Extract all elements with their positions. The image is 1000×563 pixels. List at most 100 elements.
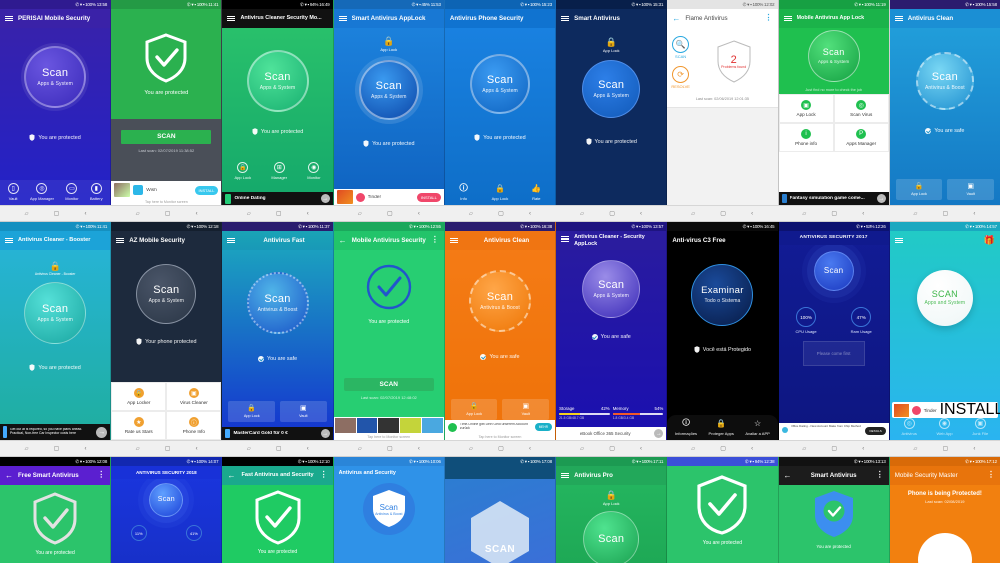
home-icon[interactable]: ▢: [720, 445, 726, 452]
feature-manager[interactable]: ⊞ Manager: [271, 162, 287, 180]
scan-button[interactable]: Scan Apps & System: [24, 46, 87, 108]
nav-cell[interactable]: ▱ ▢ ‹: [444, 206, 555, 221]
phone-mobile-antivirus-app-lock[interactable]: ✆ ▾ ▪ 100% 11:19 Mobile Antivirus App Lo…: [778, 0, 890, 205]
back-icon[interactable]: ←: [5, 471, 13, 480]
button-app-lock[interactable]: 🔒 App Lock: [228, 401, 276, 422]
phone-scan-apps-system-teal[interactable]: ✆ ▾ ▪ 100% 14:57 🎁 SCAN Apps and System: [889, 222, 1000, 440]
recents-icon[interactable]: ▱: [25, 211, 29, 217]
gift-icon[interactable]: 🎁: [984, 235, 995, 246]
scan-button[interactable]: Scan: [149, 483, 184, 517]
back-icon[interactable]: ‹: [973, 446, 975, 452]
scan-button[interactable]: Scan Apps & System: [582, 260, 641, 318]
resolve-action[interactable]: ⟳ RESOLVE: [671, 66, 690, 89]
phone-smart-antivirus-applock[interactable]: ✆ ▾ ▪ 45% 11:53 Smart Antivirus AppLock …: [333, 0, 445, 205]
home-icon[interactable]: ▢: [720, 210, 726, 217]
bottom-nav[interactable]: ◎ Antivirus ◉ Web App ▣ Junk File: [890, 415, 1000, 440]
recents-icon[interactable]: ▱: [691, 211, 695, 217]
bottom-item-app-manager[interactable]: ◎ App Manager: [30, 183, 54, 201]
phone-antivirus-cleaner-security-applock[interactable]: ✆ ▾ ▪ 100% 13:57 Antivirus Cleaner - Sec…: [556, 222, 668, 440]
recents-icon[interactable]: ▱: [358, 211, 362, 217]
tile-app-lock[interactable]: ▣ App Lock: [778, 94, 834, 123]
recents-icon[interactable]: ▱: [802, 211, 806, 217]
bottom-item-web-app[interactable]: ◉ Web App: [936, 418, 953, 436]
scan-button[interactable]: Scan Antivirus & Boost: [915, 52, 974, 110]
button-vault[interactable]: ▣ Vault: [502, 399, 550, 420]
scan-button[interactable]: Scan Apps & System: [246, 50, 309, 112]
nav-cell[interactable]: ▱ ▢ ‹: [778, 206, 889, 221]
bottom-item-junk-file[interactable]: ▣ Junk File: [972, 418, 988, 436]
ad-banner[interactable]: Office Dating - New Account Make from Ch…: [778, 423, 889, 440]
scan-button[interactable]: Scan Apps & System: [136, 264, 197, 324]
recents-icon[interactable]: ▱: [247, 446, 251, 452]
home-icon[interactable]: ▢: [609, 210, 615, 217]
scan-button[interactable]: Scan Apps & System: [582, 60, 641, 118]
bottom-item-rate[interactable]: 👍 Rate: [531, 183, 542, 201]
ad-cta-button[interactable]: MEHR: [534, 423, 553, 431]
recents-icon[interactable]: ▱: [25, 446, 29, 452]
ad-banner[interactable]: Wish INSTALL: [111, 181, 222, 199]
ad-banner[interactable]: Tinder INSTALL: [333, 189, 444, 205]
android-nav-strip-2[interactable]: ▱ ▢ ‹ ▱ ▢ ‹ ▱ ▢ ‹ ▱ ▢ ‹ ▱ ▢ ‹ ▱ ▢ ‹ ▱ ▢ ‹ ▱ ▢ ‹ ▱ ▢ ‹: [0, 440, 1000, 457]
ad-install-button[interactable]: INSTALL: [416, 192, 441, 202]
nav-cell[interactable]: ▱ ▢ ‹: [222, 206, 333, 221]
home-icon[interactable]: ▢: [943, 445, 949, 452]
back-icon[interactable]: ‹: [85, 446, 87, 452]
phone-scan-hex-blue[interactable]: ✆ ▾ ▪ 100% 17:08 SCAN: [444, 457, 557, 563]
phone-smart-antivirus[interactable]: ✆ ▾ ▪ 100% 15:31 Smart Antivirus 🔒 App L…: [556, 0, 668, 205]
menu-icon[interactable]: [894, 15, 903, 22]
menu-icon[interactable]: [449, 237, 458, 244]
phone-antivirus-security-2017[interactable]: ✆ ▾ ▪ 53% 12:26 ANTIVIRUS SECURITY 2017 …: [778, 222, 890, 440]
bottom-item-app-lock[interactable]: 🔒 App Lock: [492, 183, 509, 201]
button-app-lock[interactable]: 🔒 App Lock: [895, 179, 943, 200]
action-buttons[interactable]: 🔒 App Lock ▣ Vault: [222, 401, 332, 422]
scan-button[interactable]: Scan Antivirus & Boost: [468, 270, 531, 332]
menu-icon[interactable]: [561, 236, 570, 242]
tile-virus-cleaner[interactable]: ▣ Virus Cleaner: [166, 382, 222, 411]
tile-apps-manager[interactable]: P Apps Manager: [833, 123, 889, 152]
scan-button[interactable]: Scan Apps & System: [469, 54, 530, 114]
ad-arrow-icon[interactable]: →: [96, 426, 108, 438]
home-icon[interactable]: ▢: [276, 445, 282, 452]
bottom-nav[interactable]: 🛈 Info 🔒 App Lock 👍 Rate: [445, 180, 555, 205]
home-icon[interactable]: ▢: [831, 210, 837, 217]
nav-cell[interactable]: ▱ ▢ ‹: [111, 441, 222, 456]
tile-phone-info[interactable]: i Phone info: [778, 123, 834, 152]
feature-tiles[interactable]: ▣ App Lock ◎ Scan Virus i Phone info P A…: [778, 94, 889, 152]
menu-icon[interactable]: [5, 15, 13, 22]
phone-antivirus-cleaner-booster[interactable]: ✆ ▾ ▪ 100% 11:41 Antivirus Cleaner - Boo…: [0, 222, 112, 440]
ad-banner[interactable]: [333, 417, 444, 434]
app-lock-shortcut[interactable]: 🔒 App Lock: [603, 38, 620, 54]
ad-install-button[interactable]: INSTALL: [194, 185, 219, 195]
recents-icon[interactable]: ▱: [802, 446, 806, 452]
recents-icon[interactable]: ▱: [913, 446, 917, 452]
overflow-menu-icon[interactable]: ⋮: [97, 471, 105, 479]
overflow-menu-icon[interactable]: ⋮: [431, 236, 439, 244]
phone-antivirus-pro[interactable]: ✆ ▾ ▪ 100% 17:11 Antivirus Pro 🔒 App Loc…: [556, 457, 668, 563]
ad-banner[interactable]: MasterCard Gold für 0 € →: [222, 427, 333, 440]
nav-cell[interactable]: ▱ ▢ ‹: [667, 441, 778, 456]
button-app-lock[interactable]: 🔒 App Lock: [450, 399, 498, 420]
app-lock-shortcut[interactable]: 🔒 App Lock: [380, 37, 397, 53]
bottom-item-antivirus[interactable]: ◎ Antivirus: [902, 418, 917, 436]
feature-row[interactable]: 🔒 App Lock ⊞ Manager ◉ Monitor: [222, 159, 332, 184]
phone-protected-green-shield[interactable]: ✆ ▾ ▪ 94% 12:38 You are protected: [667, 457, 779, 563]
bottom-item-battery[interactable]: ▮ Battery: [90, 183, 103, 201]
ad-banner[interactable]: Online Dating →: [222, 192, 333, 205]
tile-scan-virus[interactable]: ◎ Scan Virus: [833, 94, 889, 123]
ad-arrow-icon[interactable]: →: [320, 194, 330, 203]
ad-banner[interactable]: Get out at is required, so you have plan…: [0, 424, 111, 440]
app-lock-shortcut[interactable]: 🔒 App Lock: [603, 491, 620, 507]
home-icon[interactable]: ▢: [831, 445, 837, 452]
nav-cell[interactable]: ▱ ▢ ‹: [222, 441, 333, 456]
scan-button[interactable]: [917, 533, 972, 563]
overflow-menu-icon[interactable]: ⋮: [765, 14, 773, 22]
tile-phone-info[interactable]: ⓘ Phone Info: [166, 411, 222, 440]
home-icon[interactable]: ▢: [165, 210, 171, 217]
feature-app-lock[interactable]: 🔒 App Lock: [235, 162, 251, 180]
back-icon[interactable]: ←: [339, 236, 347, 245]
ad-banner[interactable]: Time-Online gibt Dein Geld unserem Accou…: [444, 420, 556, 434]
overflow-menu-icon[interactable]: ⋮: [320, 471, 328, 479]
nav-cell[interactable]: ▱ ▢ ‹: [778, 441, 889, 456]
nav-cell[interactable]: ▱ ▢ ‹: [667, 206, 778, 221]
nav-cell[interactable]: ▱ ▢ ‹: [556, 206, 667, 221]
